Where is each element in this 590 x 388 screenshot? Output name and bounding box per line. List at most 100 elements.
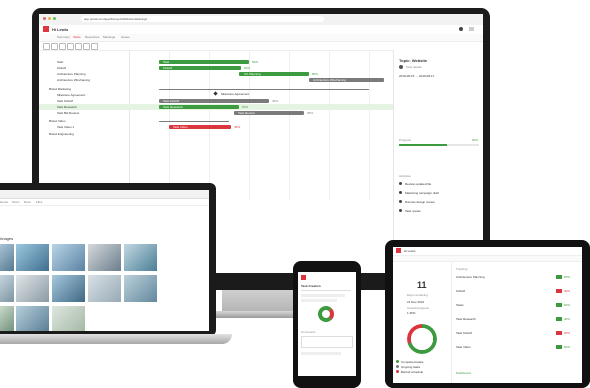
- percent-label: 45%: [234, 125, 241, 129]
- menu-icon[interactable]: [469, 27, 474, 31]
- activity-item[interactable]: Discuss design review: [405, 200, 435, 204]
- tab-resources[interactable]: Resources: [85, 35, 99, 39]
- laptop-base: [0, 334, 232, 344]
- nav-item[interactable]: Team: [12, 200, 19, 204]
- list-header: Tracking: [456, 267, 468, 271]
- tablet-footer[interactable]: Dashboard: [456, 371, 471, 375]
- user-avatar[interactable]: [459, 27, 463, 31]
- tablet-screen: Hi Lewis 11 Days remaining 21 Dec 2019 O…: [393, 247, 582, 383]
- activity-avatar: [399, 200, 402, 203]
- tracking-item-name[interactable]: Kickoff: [456, 289, 465, 293]
- image-thumbnail[interactable]: [88, 244, 121, 271]
- comment-input[interactable]: [301, 336, 353, 348]
- minimize-dot-icon[interactable]: [48, 17, 51, 20]
- image-thumbnail[interactable]: [52, 306, 85, 331]
- add-icon[interactable]: [43, 43, 50, 50]
- maximize-dot-icon[interactable]: [53, 17, 56, 20]
- tablet-logo: [396, 248, 401, 253]
- image-thumbnail[interactable]: [88, 275, 121, 302]
- nav-item[interactable]: Docs: [24, 200, 31, 204]
- tracking-item-pct: 30%: [564, 331, 571, 335]
- zoom-out-icon[interactable]: [83, 43, 90, 50]
- percent-label: 80%: [312, 72, 319, 76]
- status-icon: [556, 289, 562, 293]
- settings-icon[interactable]: [91, 43, 98, 50]
- tracking-item-name[interactable]: Task Research: [456, 317, 476, 321]
- gantt-bar[interactable]: [159, 60, 249, 64]
- image-thumbnail[interactable]: [0, 244, 14, 271]
- gantt-bar-label: Kickoff: [163, 66, 172, 70]
- tracking-item-name[interactable]: Tasks: [456, 303, 464, 307]
- tracking-item-name[interactable]: Architecture Planning: [456, 275, 485, 279]
- percent-label: 35%: [307, 111, 314, 115]
- image-thumbnail[interactable]: [0, 275, 14, 302]
- task-name: Task Video 1: [57, 125, 75, 129]
- activity-item[interactable]: Task review: [405, 209, 421, 213]
- gantt-bar-label: Task Review: [238, 111, 255, 115]
- gantt-bar-label: UX Planning: [244, 72, 261, 76]
- url-input[interactable]: app.portal.com/app/#/project/Website-Red…: [81, 16, 324, 22]
- image-thumbnail[interactable]: [16, 244, 49, 271]
- panel-title: Topic: Website: [399, 58, 428, 63]
- image-thumbnail[interactable]: [0, 306, 14, 331]
- legend-dot: [396, 360, 399, 363]
- outdent-icon[interactable]: [59, 43, 66, 50]
- progress-value: 60%: [472, 138, 479, 142]
- activity-avatar: [399, 191, 402, 194]
- tab-meetings[interactable]: Meetings: [103, 35, 115, 39]
- tab-issues[interactable]: Issues: [121, 35, 130, 39]
- tracking-item-name[interactable]: Task Video: [456, 345, 471, 349]
- image-thumbnail[interactable]: [16, 306, 49, 331]
- image-thumbnail[interactable]: [16, 275, 49, 302]
- laptop-nav: Home Team Docs Files: [0, 199, 209, 206]
- legend-item: Ongoing tasks: [401, 365, 421, 369]
- phone-logo: [301, 275, 306, 280]
- nav-item[interactable]: Files: [36, 200, 42, 204]
- close-dot-icon[interactable]: [43, 17, 46, 20]
- tab-summary[interactable]: Summary: [57, 35, 70, 39]
- phone-section: Comments: [301, 330, 316, 334]
- image-thumbnail[interactable]: [124, 244, 157, 271]
- activity-item[interactable]: Marketing campaign draft: [405, 191, 439, 195]
- activity-item[interactable]: Review updated file: [405, 182, 431, 186]
- zoom-in-icon[interactable]: [75, 43, 82, 50]
- date-range[interactable]: 2019-08-15 → 2019-08-17: [399, 74, 434, 78]
- phone-screen: Task Creation Comments: [298, 272, 356, 376]
- app-title: Hi Lewis: [52, 27, 69, 32]
- summary-bar[interactable]: [159, 121, 229, 122]
- date-value: 21 Dec 2019: [407, 300, 425, 304]
- activity-avatar: [399, 209, 402, 212]
- task-name: Brand Engineering: [49, 132, 74, 136]
- gantt-bar-label: Task Research: [163, 105, 183, 109]
- tab-tasks[interactable]: Tasks: [73, 35, 81, 39]
- status-icon: [556, 345, 562, 349]
- tablet-summary-pane: 11 Days remaining 21 Dec 2019 Overall pr…: [393, 262, 452, 383]
- activities-label: Activities: [399, 174, 411, 178]
- nav-item[interactable]: Home: [0, 200, 8, 204]
- progress-donut-chart: [407, 324, 437, 354]
- gantt-bar-label: Task Kickoff: [163, 99, 179, 103]
- status-icon: [556, 331, 562, 335]
- indent-icon[interactable]: [51, 43, 58, 50]
- tablet-app-title: Hi Lewis: [404, 249, 416, 253]
- image-thumbnail[interactable]: [124, 275, 157, 302]
- metric-value: 1.35%: [407, 311, 416, 315]
- text-line: [301, 294, 345, 297]
- image-thumbnail[interactable]: [52, 244, 85, 271]
- percent-label: 60%: [244, 66, 251, 70]
- progress-fill: [399, 144, 447, 146]
- gantt-bar-label: Task Video: [173, 125, 188, 129]
- tracking-item-pct: 50%: [564, 275, 571, 279]
- legend-dot: [396, 370, 399, 373]
- tracking-item-pct: 40%: [564, 317, 571, 321]
- gantt-bar-label: Task: [163, 60, 170, 64]
- status-icon: [556, 317, 562, 321]
- summary-bar[interactable]: [159, 89, 369, 90]
- status-icon: [556, 275, 562, 279]
- tracking-item-pct: 90%: [564, 345, 571, 349]
- image-thumbnail[interactable]: [52, 275, 85, 302]
- laptop-browser-bar: [0, 190, 209, 199]
- tracking-item-name[interactable]: Task Kickoff: [456, 331, 472, 335]
- app-logo: [43, 26, 49, 32]
- link-icon[interactable]: [67, 43, 74, 50]
